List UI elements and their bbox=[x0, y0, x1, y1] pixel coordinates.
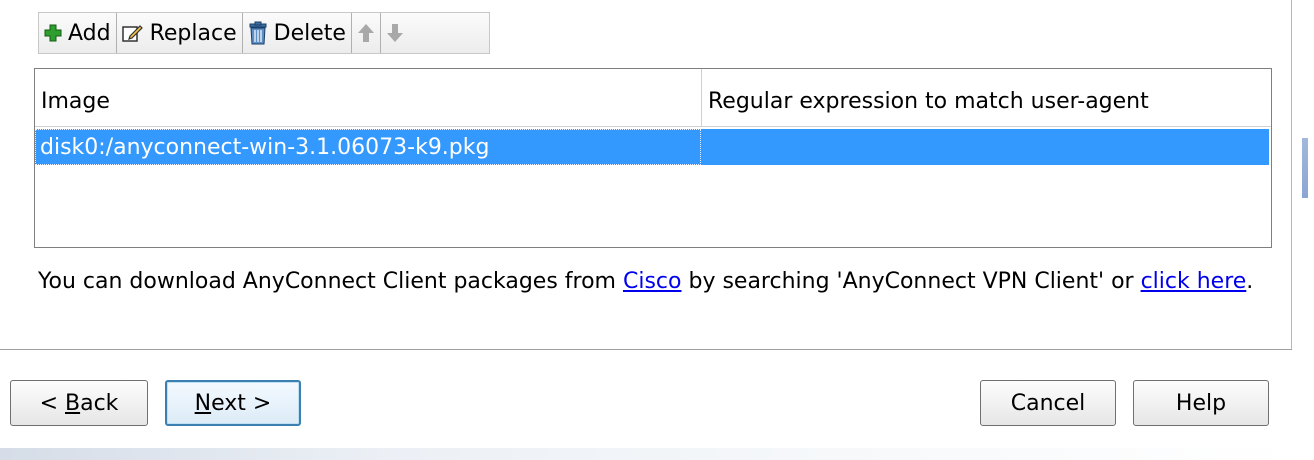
edit-icon bbox=[121, 23, 144, 43]
info-text-after: . bbox=[1246, 269, 1254, 294]
delete-label: Delete bbox=[273, 20, 346, 46]
back-prefix: < bbox=[39, 390, 65, 416]
cisco-link[interactable]: Cisco bbox=[623, 269, 682, 294]
arrow-up-icon bbox=[357, 23, 375, 43]
window-edge bbox=[1296, 0, 1314, 460]
cancel-label: Cancel bbox=[1010, 390, 1086, 416]
scroll-indicator bbox=[1302, 138, 1308, 198]
add-button[interactable]: Add bbox=[39, 13, 117, 53]
table-toolbar: Add Replace Delete bbox=[38, 12, 490, 54]
help-label: Help bbox=[1175, 390, 1227, 416]
back-button[interactable]: < Back bbox=[10, 380, 148, 426]
cancel-button[interactable]: Cancel bbox=[980, 380, 1116, 426]
info-text-middle: by searching 'AnyConnect VPN Client' or bbox=[681, 269, 1141, 294]
cell-regex[interactable] bbox=[701, 129, 1269, 165]
download-info: You can download AnyConnect Client packa… bbox=[38, 266, 1268, 298]
plus-icon bbox=[44, 24, 62, 42]
panel-border bbox=[1291, 0, 1292, 350]
info-text-before: You can download AnyConnect Client packa… bbox=[38, 269, 623, 294]
arrow-down-icon bbox=[386, 23, 404, 43]
separator bbox=[0, 349, 1292, 350]
help-button[interactable]: Help bbox=[1133, 380, 1269, 426]
move-down-button[interactable] bbox=[381, 13, 409, 53]
replace-button[interactable]: Replace bbox=[117, 13, 243, 53]
table-header: Image Regular expression to match user-a… bbox=[35, 69, 1271, 127]
column-header-regex[interactable]: Regular expression to match user-agent bbox=[702, 69, 1271, 126]
add-label: Add bbox=[68, 20, 111, 46]
back-rest: ack bbox=[80, 390, 119, 416]
window-bottom-edge bbox=[0, 448, 1300, 460]
trash-icon bbox=[248, 21, 268, 45]
click-here-link[interactable]: click here bbox=[1141, 269, 1247, 294]
replace-label: Replace bbox=[149, 20, 237, 46]
move-up-button[interactable] bbox=[352, 13, 381, 53]
next-rest: ext > bbox=[211, 390, 272, 416]
cell-image[interactable]: disk0:/anyconnect-win-3.1.06073-k9.pkg bbox=[35, 129, 701, 165]
table-row[interactable]: disk0:/anyconnect-win-3.1.06073-k9.pkg bbox=[35, 129, 1269, 165]
column-header-image[interactable]: Image bbox=[35, 69, 702, 126]
images-table: Image Regular expression to match user-a… bbox=[34, 68, 1272, 248]
wizard-panel: Add Replace Delete Image Regular express… bbox=[0, 0, 1314, 350]
back-mnemonic: B bbox=[65, 390, 81, 416]
next-mnemonic: N bbox=[194, 390, 212, 416]
delete-button[interactable]: Delete bbox=[243, 13, 352, 53]
next-button[interactable]: Next > bbox=[165, 380, 301, 426]
